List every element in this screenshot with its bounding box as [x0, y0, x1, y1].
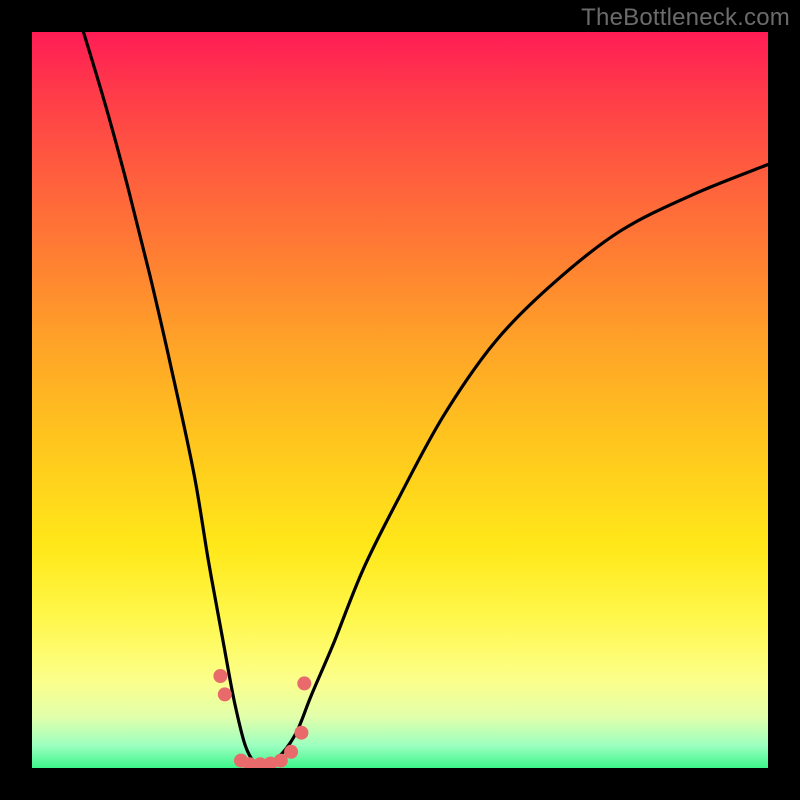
data-markers — [213, 669, 311, 768]
data-marker — [294, 726, 308, 740]
data-marker — [213, 669, 227, 683]
data-marker — [218, 687, 232, 701]
chart-frame: TheBottleneck.com — [0, 0, 800, 800]
watermark-text: TheBottleneck.com — [581, 4, 790, 32]
data-marker — [284, 745, 298, 759]
curve-path — [84, 32, 769, 766]
bottleneck-curve — [32, 32, 768, 768]
data-marker — [297, 676, 311, 690]
plot-area — [32, 32, 768, 768]
